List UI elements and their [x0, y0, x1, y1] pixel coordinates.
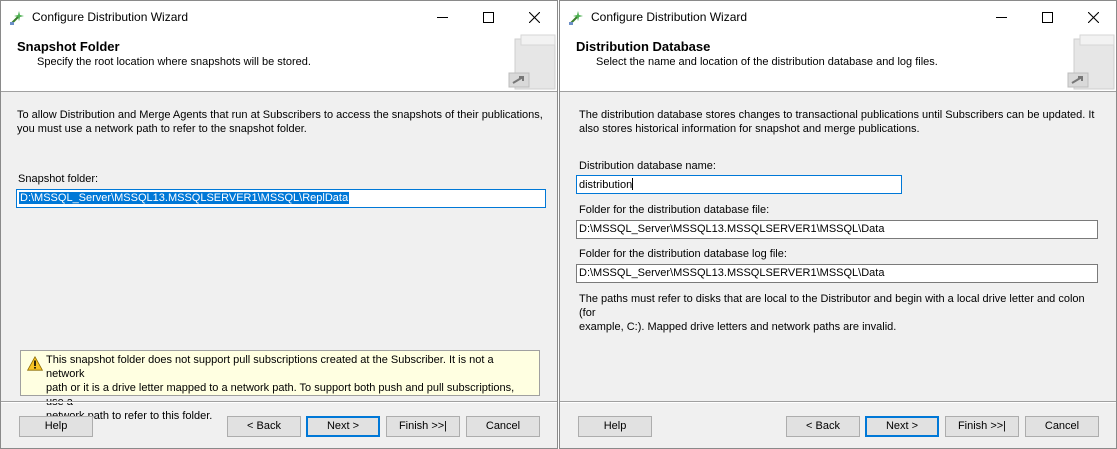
close-icon: [1087, 11, 1099, 23]
wizard-header: Distribution Database Select the name an…: [560, 33, 1116, 92]
window-title: Configure Distribution Wizard: [32, 10, 189, 24]
finish-button[interactable]: Finish >>|: [386, 416, 460, 437]
page-subtitle: Specify the root location where snapshot…: [37, 56, 311, 68]
cancel-button[interactable]: Cancel: [466, 416, 540, 437]
help-button[interactable]: Help: [19, 416, 93, 437]
minimize-icon: [995, 16, 1007, 18]
warning-text: This snapshot folder does not support pu…: [46, 353, 533, 423]
text-caret: [632, 178, 634, 190]
paths-note-line: example, C:). Mapped drive letters and n…: [579, 321, 897, 333]
warning-line: path or it is a drive letter mapped to a…: [46, 382, 515, 408]
wizard-app-icon: [569, 11, 583, 25]
paths-note-line: The paths must refer to disks that are l…: [579, 293, 1085, 319]
title-bar[interactable]: Configure Distribution Wizard: [560, 1, 1116, 33]
help-button[interactable]: Help: [578, 416, 652, 437]
page-subtitle: Select the name and location of the dist…: [596, 56, 938, 68]
minimize-icon: [436, 16, 448, 18]
description-text: To allow Distribution and Merge Agents t…: [17, 108, 543, 136]
distribution-database-window: Configure Distribution Wizard Distributi…: [559, 0, 1117, 449]
footer-divider: [560, 401, 1116, 403]
db-file-label: Folder for the distribution database fil…: [579, 204, 770, 216]
description-line: also stores historical information for s…: [579, 123, 920, 135]
title-bar[interactable]: Configure Distribution Wizard: [1, 1, 557, 33]
back-button[interactable]: < Back: [227, 416, 301, 437]
description-line: you must use a network path to refer to …: [17, 123, 307, 135]
db-name-value: distribution: [579, 179, 633, 191]
close-button[interactable]: [511, 1, 557, 33]
minimize-button[interactable]: [978, 1, 1024, 33]
db-name-label: Distribution database name:: [579, 160, 716, 172]
finish-button[interactable]: Finish >>|: [945, 416, 1019, 437]
db-file-value: D:\MSSQL_Server\MSSQL13.MSSQLSERVER1\MSS…: [579, 223, 885, 235]
db-file-input[interactable]: D:\MSSQL_Server\MSSQL13.MSSQLSERVER1\MSS…: [576, 220, 1098, 239]
maximize-button[interactable]: [1024, 1, 1070, 33]
description-line: The distribution database stores changes…: [579, 109, 1095, 121]
description-text: The distribution database stores changes…: [579, 108, 1102, 136]
minimize-button[interactable]: [419, 1, 465, 33]
next-button[interactable]: Next >: [865, 416, 939, 437]
maximize-icon: [482, 11, 494, 23]
snapshot-folder-value: D:\MSSQL_Server\MSSQL13.MSSQLSERVER1\MSS…: [19, 192, 350, 204]
server-graphic-icon: [1067, 34, 1115, 90]
wizard-app-icon: [10, 11, 24, 25]
back-button[interactable]: < Back: [786, 416, 860, 437]
description-line: To allow Distribution and Merge Agents t…: [17, 109, 543, 121]
log-file-value: D:\MSSQL_Server\MSSQL13.MSSQLSERVER1\MSS…: [579, 267, 885, 279]
paths-note: The paths must refer to disks that are l…: [579, 292, 1102, 334]
footer-divider: [1, 401, 557, 403]
close-button[interactable]: [1070, 1, 1116, 33]
warning-icon: [27, 356, 43, 371]
db-name-input[interactable]: distribution: [576, 175, 902, 194]
snapshot-folder-label: Snapshot folder:: [18, 173, 99, 185]
log-file-label: Folder for the distribution database log…: [579, 248, 787, 260]
maximize-button[interactable]: [465, 1, 511, 33]
close-icon: [528, 11, 540, 23]
cancel-button[interactable]: Cancel: [1025, 416, 1099, 437]
warning-line: This snapshot folder does not support pu…: [46, 354, 494, 380]
wizard-header: Snapshot Folder Specify the root locatio…: [1, 33, 557, 92]
snapshot-folder-input[interactable]: D:\MSSQL_Server\MSSQL13.MSSQLSERVER1\MSS…: [16, 189, 546, 208]
window-title: Configure Distribution Wizard: [591, 10, 748, 24]
warning-box: This snapshot folder does not support pu…: [20, 350, 540, 422]
snapshot-folder-window: Configure Distribution Wizard Snapshot F…: [0, 0, 558, 449]
log-file-input[interactable]: D:\MSSQL_Server\MSSQL13.MSSQLSERVER1\MSS…: [576, 264, 1098, 283]
page-title: Snapshot Folder: [17, 39, 120, 54]
next-button[interactable]: Next >: [306, 416, 380, 437]
server-graphic-icon: [508, 34, 556, 90]
maximize-icon: [1041, 11, 1053, 23]
page-title: Distribution Database: [576, 39, 711, 54]
